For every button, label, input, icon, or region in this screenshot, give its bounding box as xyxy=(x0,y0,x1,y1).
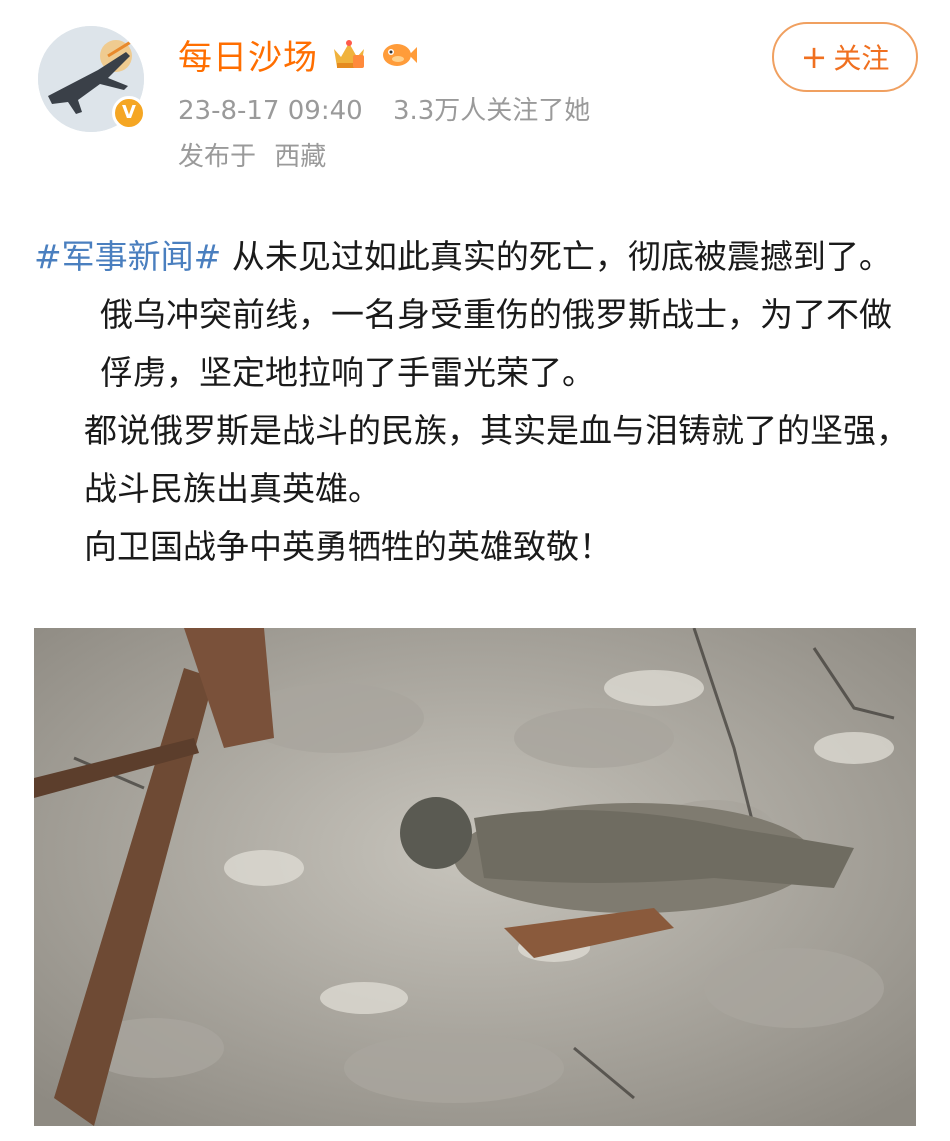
followers-count: 3.3万人关注了她 xyxy=(392,96,591,126)
post-paragraph-3: 都说俄罗斯是战斗的民族，其实是血与泪铸就了的坚强，战斗民族出真英雄。 xyxy=(84,411,909,508)
follow-button-label: 关注 xyxy=(833,42,890,75)
post-meta: 23-8-17 09:40 3.3万人关注了她 xyxy=(178,90,590,127)
hashtag-link[interactable]: #军事新闻# xyxy=(34,237,221,276)
follow-button[interactable]: + 关注 xyxy=(772,22,918,92)
post-location: 发布于 西藏 xyxy=(178,136,326,173)
author-row: 每日沙场 xyxy=(178,30,418,79)
post-image[interactable] xyxy=(34,628,916,1126)
plus-icon: + xyxy=(800,38,828,76)
post-paragraph-4: 向卫国战争中英勇牺牲的英雄致敬！ xyxy=(84,527,612,566)
paragraph-text: 从未见过如此真实的死亡，彻底被震撼到了。 xyxy=(231,237,892,276)
author-avatar[interactable]: V xyxy=(38,26,146,132)
post-header: V 每日沙场 23-8-17 09:40 3.3万人关注了她 发布于 西藏 + … xyxy=(0,0,950,200)
post-timestamp: 23-8-17 09:40 xyxy=(178,96,363,126)
location-prefix: 发布于 xyxy=(178,142,257,172)
fish-badge-icon[interactable] xyxy=(380,35,418,73)
location-name[interactable]: 西藏 xyxy=(274,142,326,172)
post-content: #军事新闻# 从未见过如此真实的死亡，彻底被震撼到了。 俄乌冲突前线，一名身受重… xyxy=(34,228,914,576)
post-paragraph-1: #军事新闻# 从未见过如此真实的死亡，彻底被震撼到了。 xyxy=(34,228,914,286)
author-name[interactable]: 每日沙场 xyxy=(178,30,318,79)
crown-member-icon[interactable] xyxy=(330,35,368,73)
post-paragraph-2: 俄乌冲突前线，一名身受重伤的俄罗斯战士，为了不做俘虏，坚定地拉响了手雷光荣了。 xyxy=(100,295,892,392)
verified-v-icon: V xyxy=(112,96,146,130)
